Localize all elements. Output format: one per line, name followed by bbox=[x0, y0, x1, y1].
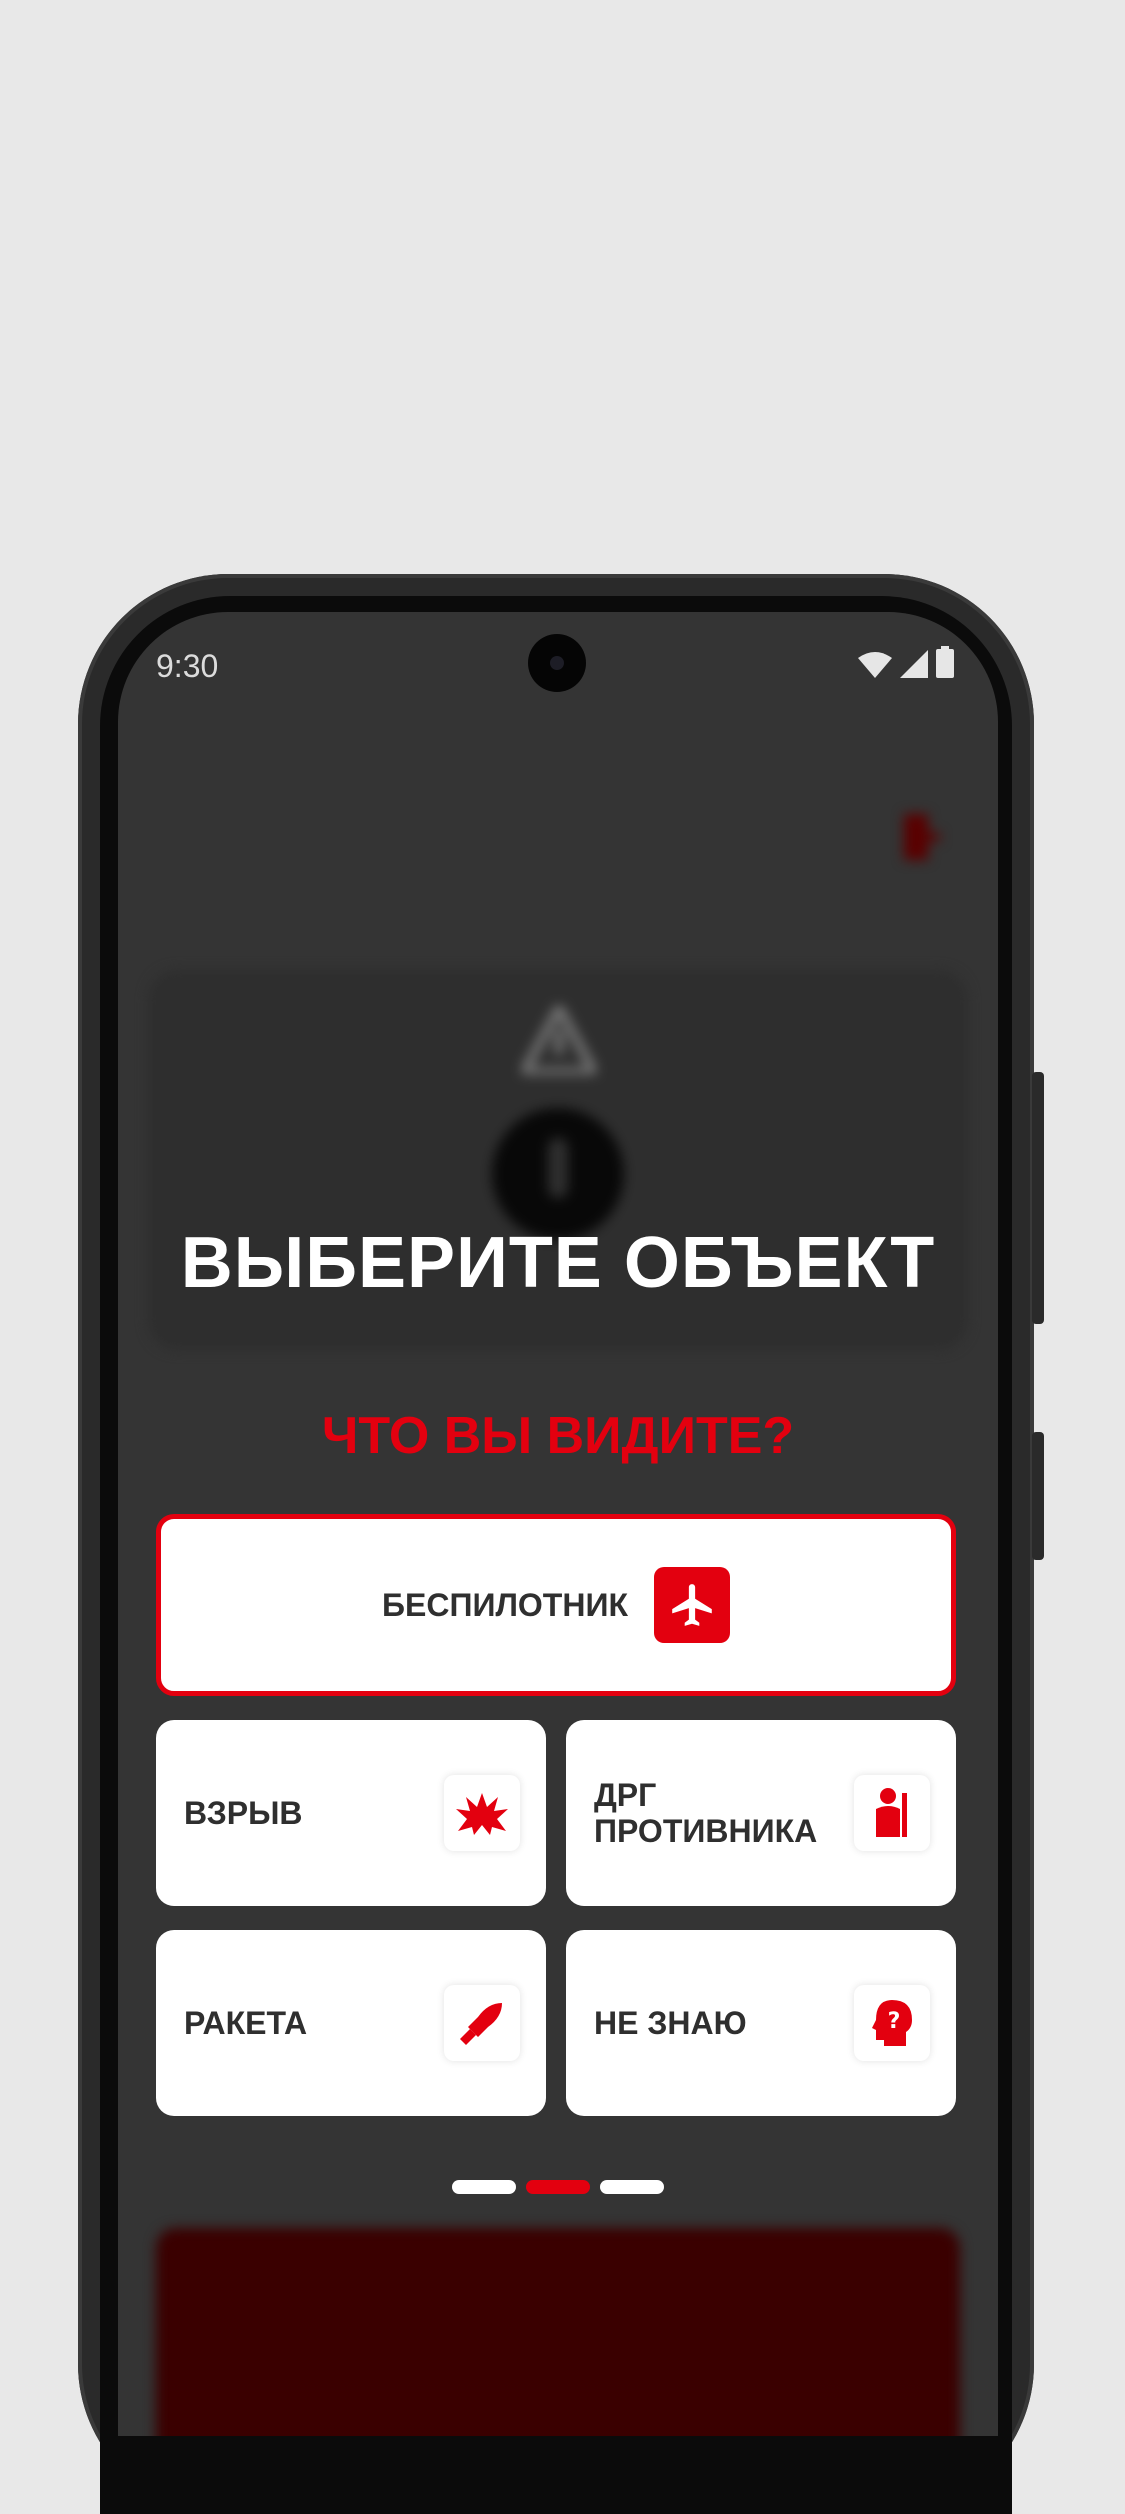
soldier-icon bbox=[854, 1775, 930, 1851]
option-label: НЕ ЗНАЮ bbox=[594, 2005, 747, 2041]
warning-icon bbox=[517, 999, 601, 1078]
page-dot[interactable] bbox=[600, 2180, 664, 2194]
rocket-icon bbox=[444, 1985, 520, 2061]
info-icon bbox=[492, 1108, 624, 1240]
question-heading: ЧТО ВЫ ВИДИТЕ? bbox=[321, 1407, 795, 1465]
option-enemy-group[interactable]: ДРГ ПРОТИВНИКА bbox=[566, 1720, 956, 1906]
page-dot-active[interactable] bbox=[526, 2180, 590, 2194]
side-button-top bbox=[1032, 1072, 1044, 1324]
option-rocket[interactable]: РАКЕТА bbox=[156, 1930, 546, 2116]
option-label: РАКЕТА bbox=[184, 2005, 308, 2041]
svg-text:?: ? bbox=[888, 2009, 901, 2034]
explosion-icon bbox=[444, 1775, 520, 1851]
page-dot[interactable] bbox=[452, 2180, 516, 2194]
option-explosion[interactable]: ВЗРЫВ bbox=[156, 1720, 546, 1906]
exit-icon bbox=[900, 814, 940, 864]
airplane-icon bbox=[653, 1567, 730, 1643]
page-title: ВЫБЕРИТЕ ОБЪЕКТ bbox=[180, 1223, 936, 1303]
report-button bbox=[156, 2228, 960, 2436]
option-label: БЕСПИЛОТНИК bbox=[382, 1587, 628, 1623]
option-label: ДРГ ПРОТИВНИКА bbox=[594, 1777, 818, 1849]
page-indicator bbox=[118, 2180, 998, 2194]
question-head-icon: ? bbox=[854, 1985, 930, 2061]
option-drone[interactable]: БЕСПИЛОТНИК bbox=[156, 1514, 956, 1696]
side-button-bottom bbox=[1032, 1432, 1044, 1560]
option-unknown[interactable]: НЕ ЗНАЮ ? bbox=[566, 1930, 956, 2116]
screen: 9:30 ВЫБЕРИТЕ ОБЪЕКТ ЧТО ВЫ ВИДИТЕ? БЕСП… bbox=[118, 612, 998, 2436]
option-label: ВЗРЫВ bbox=[184, 1795, 303, 1831]
